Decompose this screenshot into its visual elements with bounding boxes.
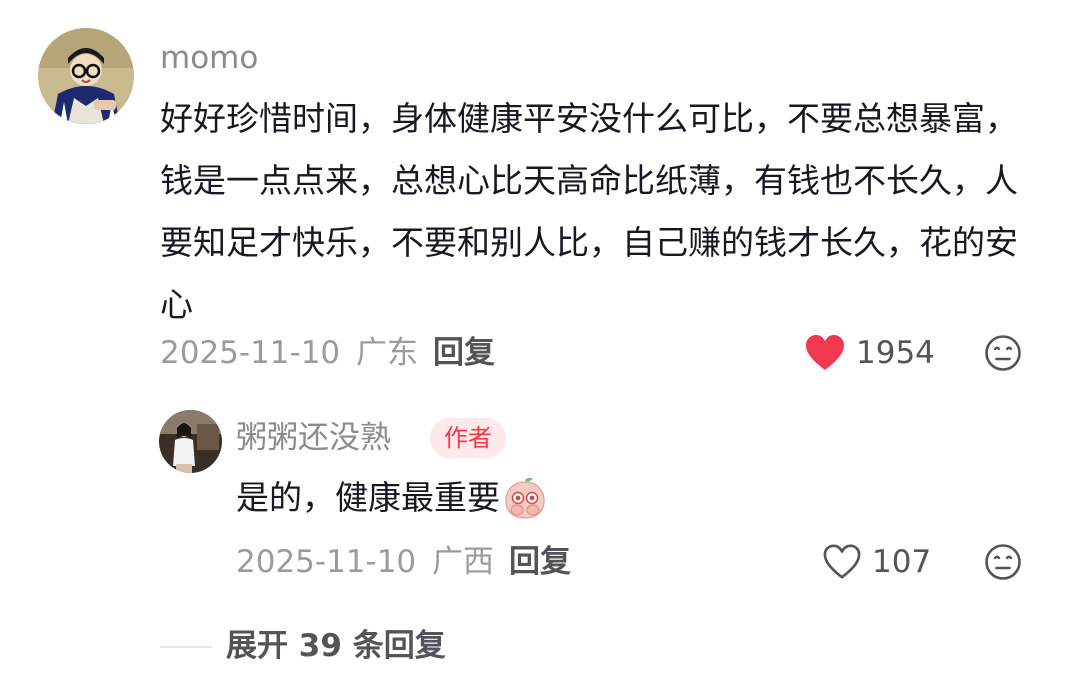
heart-outline-icon[interactable] [822, 543, 862, 581]
comment-like-count: 1954 [856, 335, 935, 371]
expand-divider [160, 646, 212, 648]
reply-avatar[interactable] [159, 410, 222, 473]
reply-username[interactable]: 粥粥还没熟 [236, 418, 391, 458]
reply-location: 广西 [432, 544, 495, 580]
reply-reply-button[interactable]: 回复 [509, 542, 571, 582]
comment-date: 2025-11-10 [160, 335, 341, 371]
reply-meta: 2025-11-10 广西 [236, 542, 494, 582]
avatar[interactable] [38, 28, 134, 124]
comment-location: 广东 [356, 335, 419, 371]
comment-reply-button[interactable]: 回复 [433, 333, 495, 373]
comment-meta: 2025-11-10 广东 [160, 333, 418, 373]
reply-text: 是的，健康最重要 [236, 478, 500, 517]
meh-face-icon[interactable] [984, 543, 1022, 581]
heart-filled-icon[interactable] [804, 333, 846, 373]
comment-username[interactable]: momo [160, 38, 258, 78]
reply-date: 2025-11-10 [236, 544, 417, 580]
author-badge: 作者 [430, 418, 506, 458]
comment-text: 好好珍惜时间，身体健康平安没什么可比，不要总想暴富，钱是一点点来，总想心比天高命… [160, 99, 1018, 324]
meh-face-icon[interactable] [984, 334, 1022, 372]
reply-like-count: 107 [872, 544, 932, 580]
reply-text-row: 是的，健康最重要 [236, 467, 548, 529]
peach-emoji-icon [502, 474, 548, 520]
expand-replies-button[interactable]: 展开 39 条回复 [226, 626, 446, 666]
